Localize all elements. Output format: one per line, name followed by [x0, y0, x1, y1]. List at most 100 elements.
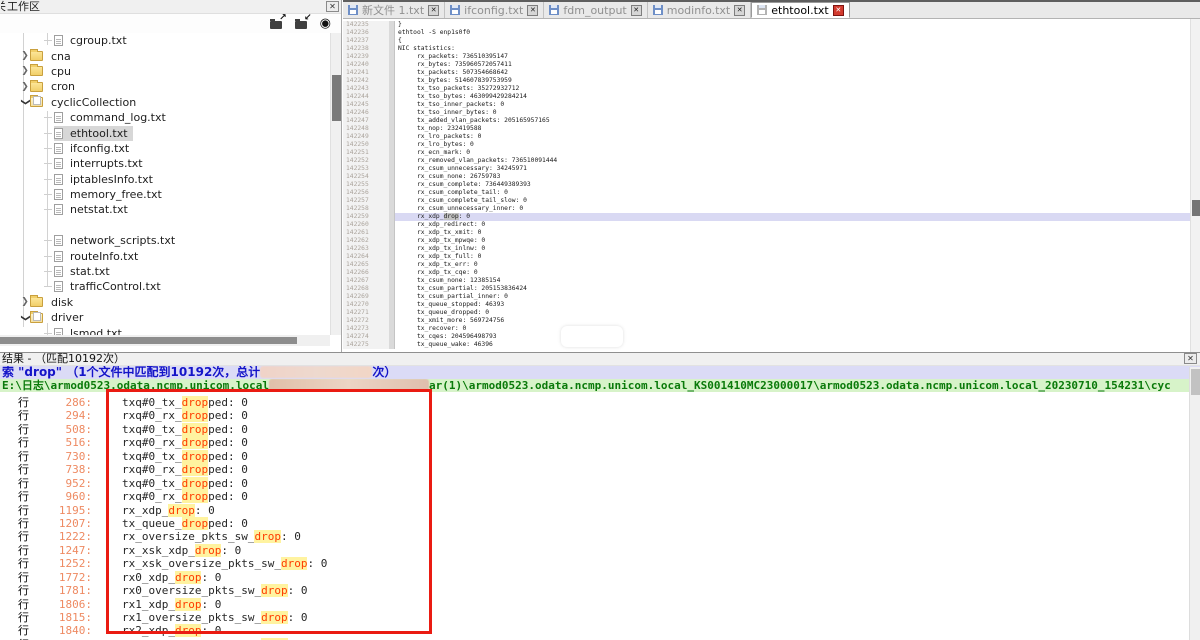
tree-item-stat.txt[interactable]: stat.txt [0, 264, 330, 279]
editor-line[interactable]: 142248 tx_nop: 232419588 [343, 125, 1190, 133]
tab-close-icon[interactable]: ✕ [734, 5, 745, 16]
tree-item-ifconfig.txt[interactable]: ifconfig.txt [0, 141, 330, 156]
results-close-icon[interactable]: ✕ [1184, 353, 1197, 364]
editor-line[interactable]: 142256 rx_csum_complete_tail: 0 [343, 189, 1190, 197]
tree-item-ethtool.txt[interactable]: ethtool.txt [0, 125, 330, 140]
tree-item-trafficControl.txt[interactable]: trafficControl.txt [0, 279, 330, 294]
editor-line[interactable]: 142245 tx_tso_inner_packets: 0 [343, 101, 1190, 109]
tab-新文件 1.txt[interactable]: 新文件 1.txt✕ [343, 2, 445, 18]
chevron-right-icon[interactable]: ❯ [20, 82, 30, 92]
tab-close-icon[interactable]: ✕ [527, 5, 538, 16]
tab-ethtool.txt[interactable]: ethtool.txt✕ [751, 2, 850, 18]
editor-line[interactable]: 142250 rx_lro_bytes: 0 [343, 141, 1190, 149]
editor-line[interactable]: 142273 tx_recover: 0 [343, 325, 1190, 333]
editor-line[interactable]: 142253 rx_csum_unnecessary: 34245971 [343, 165, 1190, 173]
editor-line[interactable]: 142275 tx_queue_wake: 46396 [343, 341, 1190, 349]
editor-line[interactable]: 142241 tx_packets: 507354668642 [343, 69, 1190, 77]
editor-line[interactable]: 142249 rx_lro_packets: 0 [343, 133, 1190, 141]
tree-item-iptablesInfo.txt[interactable]: iptablesInfo.txt [0, 172, 330, 187]
editor-line[interactable]: 142270 tx_queue_stopped: 46393 [343, 301, 1190, 309]
tree-item-cron[interactable]: ❯cron [0, 79, 330, 94]
results-file-path-row[interactable]: E:\日志\armod0523.odata.ncmp.unicom.locala… [0, 379, 1200, 392]
tree-item-disk[interactable]: ❯disk [0, 295, 330, 310]
tree-item-cgroup.txt[interactable]: cgroup.txt [0, 33, 330, 48]
editor-line[interactable]: 142268 tx_csum_partial: 205153836424 [343, 285, 1190, 293]
result-row[interactable]: 行516:rxq#0_rx_dropped: 0 [0, 436, 1189, 449]
tree-vertical-scrollbar[interactable] [330, 33, 341, 335]
result-row[interactable]: 行1772:rx0_xdp_drop: 0 [0, 571, 1189, 584]
editor-line[interactable]: 142236ethtool -S enp1s0f0 [343, 29, 1190, 37]
editor-line[interactable]: 142271 tx_queue_dropped: 0 [343, 309, 1190, 317]
tree-item-interrupts.txt[interactable]: interrupts.txt [0, 156, 330, 171]
tree-item-lsmod.txt[interactable]: lsmod.txt [0, 325, 330, 335]
editor-line[interactable]: 142255 rx_csum_complete: 736449389393 [343, 181, 1190, 189]
result-row[interactable]: 行1840:rx2_xdp_drop: 0 [0, 624, 1189, 637]
editor-line[interactable]: 142259 rx_xdp_drop: 0 [343, 213, 1190, 221]
result-row[interactable]: 行1222:rx_oversize_pkts_sw_drop: 0 [0, 530, 1189, 543]
editor-line[interactable]: 142267 tx_csum_none: 12385154 [343, 277, 1190, 285]
result-row[interactable]: 行1195:rx_xdp_drop: 0 [0, 504, 1189, 517]
editor-line[interactable]: 142258 rx_csum_unnecessary_inner: 0 [343, 205, 1190, 213]
chevron-right-icon[interactable]: ❯ [20, 66, 30, 76]
editor-line[interactable]: 142272 tx_xmit_more: 569724756 [343, 317, 1190, 325]
chevron-down-icon[interactable]: ❯ [20, 97, 30, 107]
result-row[interactable]: 行286:txq#0_tx_dropped: 0 [0, 396, 1189, 409]
editor-line[interactable]: 142263 rx_xdp_tx_inlnw: 0 [343, 245, 1190, 253]
tab-modinfo.txt[interactable]: modinfo.txt✕ [648, 2, 752, 18]
result-row[interactable]: 行730:txq#0_tx_dropped: 0 [0, 450, 1189, 463]
tree-item-memory_free.txt[interactable]: memory_free.txt [0, 187, 330, 202]
editor-line[interactable]: 142247 tx_added_vlan_packets: 2051659571… [343, 117, 1190, 125]
tree-item-cyclicCollection[interactable]: ❯cyclicCollection [0, 95, 330, 110]
editor-line[interactable]: 142235} [343, 21, 1190, 29]
editor-line[interactable]: 142254 rx_csum_none: 26759783 [343, 173, 1190, 181]
collapse-all-folders-icon[interactable]: ↙ [295, 17, 311, 30]
editor-line[interactable]: 142269 tx_csum_partial_inner: 0 [343, 293, 1190, 301]
tree-item-driver[interactable]: ❯driver [0, 310, 330, 325]
tree-item-routeInfo.txt[interactable]: routeInfo.txt [0, 248, 330, 263]
tab-close-icon[interactable]: ✕ [833, 5, 844, 16]
tree-item-netstat.txt[interactable]: netstat.txt [0, 202, 330, 217]
chevron-right-icon[interactable]: ❯ [20, 51, 30, 61]
editor-line[interactable]: 142240 rx_bytes: 735960572057411 [343, 61, 1190, 69]
tree-scrollbar-thumb[interactable] [0, 337, 297, 344]
result-row[interactable]: 行1781:rx0_oversize_pkts_sw_drop: 0 [0, 584, 1189, 597]
editor-line[interactable]: 142260 rx_xdp_redirect: 0 [343, 221, 1190, 229]
result-row[interactable]: 行294:rxq#0_rx_dropped: 0 [0, 409, 1189, 422]
result-row[interactable]: 行1806:rx1_xdp_drop: 0 [0, 598, 1189, 611]
result-row[interactable]: 行1252:rx_xsk_oversize_pkts_sw_drop: 0 [0, 557, 1189, 570]
expand-all-folders-icon[interactable]: ↗ [270, 17, 286, 30]
editor-line[interactable]: 142257 rx_csum_complete_tail_slow: 0 [343, 197, 1190, 205]
chevron-down-icon[interactable]: ❯ [20, 313, 30, 323]
editor-line[interactable]: 142242 tx_bytes: 514607839753959 [343, 77, 1190, 85]
result-row[interactable]: 行960:rxq#0_rx_dropped: 0 [0, 490, 1189, 503]
editor-line[interactable]: 142246 tx_tso_inner_bytes: 0 [343, 109, 1190, 117]
tree-item-cpu[interactable]: ❯cpu [0, 64, 330, 79]
locate-current-file-icon[interactable]: ◉ [320, 17, 331, 30]
results-scrollbar-thumb[interactable] [1191, 369, 1200, 395]
result-row[interactable]: 行1815:rx1_oversize_pkts_sw_drop: 0 [0, 611, 1189, 624]
editor-line[interactable]: 142251 rx_ecn_mark: 0 [343, 149, 1190, 157]
tree-item-cna[interactable]: ❯cna [0, 48, 330, 63]
result-row[interactable]: 行1207:tx_queue_dropped: 0 [0, 517, 1189, 530]
results-vertical-scrollbar[interactable] [1189, 367, 1200, 640]
editor-line[interactable]: 142244 tx_tso_bytes: 463099429284214 [343, 93, 1190, 101]
workspace-close-icon[interactable]: ✕ [326, 1, 339, 12]
tab-ifconfig.txt[interactable]: ifconfig.txt✕ [445, 2, 544, 18]
editor-line[interactable]: 142243 tx_tso_packets: 35272932712 [343, 85, 1190, 93]
editor-line[interactable]: 142239 rx_packets: 736510395147 [343, 53, 1190, 61]
editor-line[interactable]: 142238NIC statistics: [343, 45, 1190, 53]
result-row[interactable]: 行1247:rx_xsk_xdp_drop: 0 [0, 544, 1189, 557]
tab-close-icon[interactable]: ✕ [631, 5, 642, 16]
editor-line[interactable]: 142237{ [343, 37, 1190, 45]
editor-line[interactable]: 142264 rx_xdp_tx_full: 0 [343, 253, 1190, 261]
tree-scrollbar-thumb[interactable] [332, 75, 341, 121]
editor-scrollbar-thumb[interactable] [1192, 200, 1200, 216]
result-row[interactable]: 行738:rxq#0_rx_dropped: 0 [0, 463, 1189, 476]
editor-line[interactable]: 142274 tx_cqes: 204596498793 [343, 333, 1190, 341]
editor-line[interactable]: 142266 rx_xdp_tx_cqe: 0 [343, 269, 1190, 277]
editor-line[interactable]: 142252 rx_removed_vlan_packets: 73651009… [343, 157, 1190, 165]
tree-horizontal-scrollbar[interactable] [0, 335, 330, 346]
tab-fdm_output[interactable]: fdm_output✕ [544, 2, 647, 18]
editor-line[interactable]: 142262 rx_xdp_tx_mpwqe: 0 [343, 237, 1190, 245]
result-row[interactable]: 行952:txq#0_tx_dropped: 0 [0, 477, 1189, 490]
